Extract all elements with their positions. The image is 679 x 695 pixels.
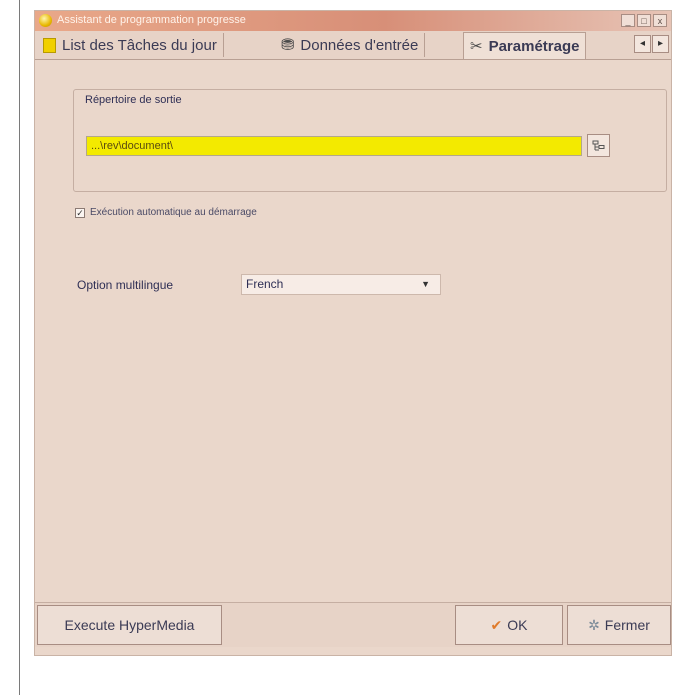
language-selected-value: French — [246, 277, 284, 291]
auto-start-checkbox[interactable]: ✓ — [75, 207, 85, 218]
output-path-field[interactable] — [86, 136, 582, 156]
tab-label: List des Tâches du jour — [62, 36, 217, 54]
auto-start-label: Exécution automatique au démarrage — [90, 207, 257, 218]
output-directory-title: Répertoire de sortie — [83, 94, 184, 106]
page-left-rule — [19, 0, 20, 695]
tab-label: Données d'entrée — [300, 36, 419, 54]
ok-button[interactable]: ✔ OK — [455, 605, 563, 645]
tab-bar: List des Tâches du jour ⛃ Données d'entr… — [35, 31, 671, 60]
close-icon: ✲ — [588, 616, 600, 633]
ok-label: OK — [507, 617, 528, 633]
folder-tree-icon — [592, 140, 605, 150]
tab-daily-tasks[interactable]: List des Tâches du jour — [37, 33, 224, 57]
tools-icon: ✂ — [470, 38, 483, 55]
auto-start-option[interactable]: ✓ Exécution automatique au démarrage — [75, 207, 257, 218]
close-button[interactable]: ✲ Fermer — [567, 605, 671, 645]
language-dropdown[interactable]: French ▼ — [241, 274, 441, 295]
minimize-button[interactable]: _ — [621, 14, 635, 27]
tab-label: Paramétrage — [488, 37, 580, 55]
language-label: Option multilingue — [77, 278, 174, 292]
close-window-button[interactable]: x — [653, 14, 667, 27]
browse-folder-button[interactable] — [587, 134, 610, 157]
app-icon — [39, 14, 52, 27]
tab-settings[interactable]: ✂ Paramétrage — [463, 32, 587, 59]
execute-hypermedia-button[interactable]: Execute HyperMedia — [37, 605, 222, 645]
database-icon: ⛃ — [281, 37, 295, 54]
chevron-down-icon: ▼ — [421, 279, 430, 289]
title-bar[interactable]: Assistant de programmation progresse _ □… — [35, 11, 671, 31]
window-controls: _ □ x — [621, 14, 667, 27]
window-title: Assistant de programmation progresse — [57, 14, 246, 26]
tab-input-data[interactable]: ⛃ Données d'entrée — [275, 33, 426, 57]
wizard-window: Assistant de programmation progresse _ □… — [34, 10, 672, 656]
tab-scroll-controls: ◂ ▸ — [634, 35, 669, 53]
checkmark-icon: ✔ — [490, 616, 503, 633]
tab-scroll-right-button[interactable]: ▸ — [652, 35, 669, 53]
bottom-button-bar: Execute HyperMedia ✔ OK ✲ Fermer — [35, 602, 671, 647]
tab-scroll-left-button[interactable]: ◂ — [634, 35, 651, 53]
note-icon — [43, 37, 56, 53]
execute-hypermedia-label: Execute HyperMedia — [64, 617, 195, 633]
close-label: Fermer — [604, 617, 650, 633]
maximize-button[interactable]: □ — [637, 14, 651, 27]
